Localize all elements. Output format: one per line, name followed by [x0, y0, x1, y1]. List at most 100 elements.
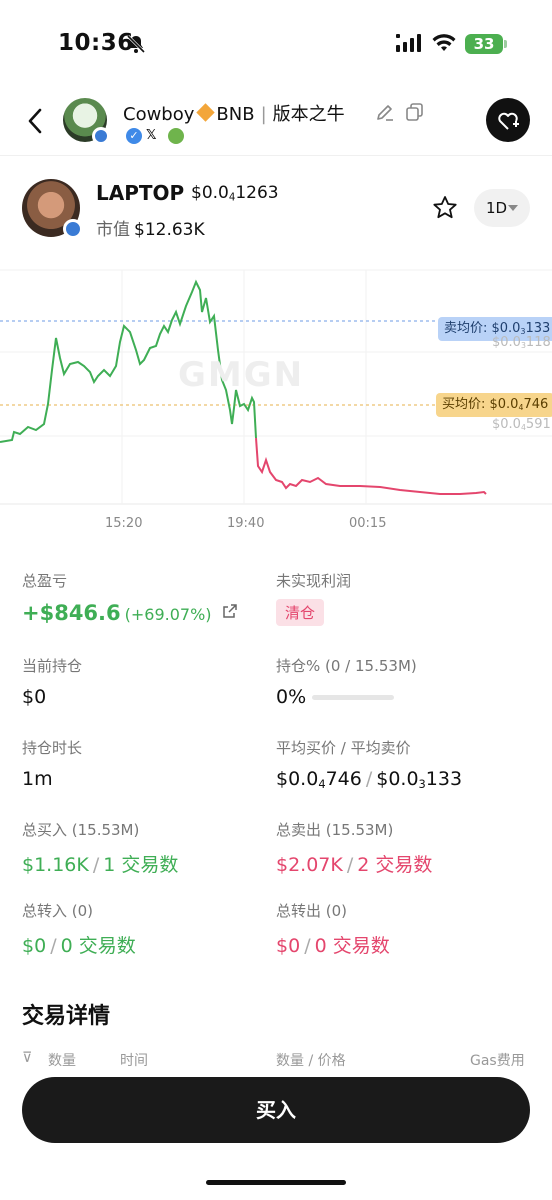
chain-badge-icon — [92, 127, 110, 145]
x-axis-tick: 19:40 — [227, 516, 265, 531]
share-icon[interactable] — [222, 603, 238, 619]
back-arrow-icon[interactable] — [24, 106, 48, 136]
wifi-icon — [432, 34, 456, 51]
current-holding-value: $0 — [22, 686, 47, 708]
battery-tip — [504, 40, 507, 48]
transfer-in-amount: $0 — [22, 935, 47, 957]
col-quantity: 数量 — [48, 1053, 76, 1068]
clear-position-button[interactable]: 清仓 — [276, 599, 325, 626]
avg-buy-price: $0.04746 — [276, 768, 362, 791]
transfer-out-value: $0/0 交易数 — [276, 931, 390, 958]
trade-details-title: 交易详情 — [22, 1004, 111, 1029]
signal-icon — [396, 34, 421, 52]
timeframe-value: 1D — [486, 199, 508, 217]
holding-percent-value: 0% — [276, 686, 307, 708]
market-cap: 市值 $12.63K — [96, 215, 205, 240]
token-price: $0.041263 — [191, 183, 279, 204]
price-separator: / — [365, 768, 373, 790]
price-chart[interactable]: GMGN 卖均价: $0.03133 $0.03118 买均价: $0.0474… — [0, 262, 552, 542]
x-axis-tick: 00:15 — [349, 516, 387, 531]
unrealized-profit: 未实现利润 清仓 — [276, 570, 351, 626]
timeframe-select[interactable]: 1D — [474, 189, 530, 227]
status-bar: 10:36 33 — [0, 0, 552, 90]
verified-badge-icon: ✓ — [126, 128, 142, 144]
total-buy-label: 总买入 (15.53M) — [22, 821, 140, 839]
bell-muted-icon — [126, 34, 146, 54]
value-separator: / — [304, 935, 311, 957]
buy-button[interactable]: 买入 — [22, 1077, 530, 1143]
transfer-out-amount: $0 — [276, 935, 301, 957]
axis-price-label: $0.04591 — [492, 417, 551, 432]
owner-avatar[interactable] — [63, 98, 110, 145]
col-amount-price: 数量 / 价格 — [276, 1053, 346, 1068]
transfer-out-label: 总转出 (0) — [276, 902, 348, 920]
follow-heart-button[interactable] — [486, 98, 530, 142]
frog-badge-icon — [168, 128, 184, 144]
total-pnl-pct: (+69.07%) — [124, 605, 212, 624]
edit-icon[interactable] — [375, 102, 395, 122]
status-time: 10:36 — [58, 30, 134, 56]
price-line-down — [255, 437, 487, 495]
transfer-in-count: 0 交易数 — [60, 935, 136, 957]
col-gas: Gas费用 — [470, 1053, 525, 1068]
x-axis-tick: 15:20 — [105, 516, 143, 531]
battery-indicator: 33 — [465, 34, 503, 54]
current-holding-label: 当前持仓 — [22, 657, 83, 675]
axis-price-label: $0.03118 — [492, 335, 551, 350]
total-pnl: 总盈亏 +$846.6 (+69.07%) — [22, 570, 238, 625]
total-buy-value: $1.16K/1 交易数 — [22, 850, 178, 877]
total-transfer-out: 总转出 (0) $0/0 交易数 — [276, 900, 390, 958]
owner-badges: ✓ 𝕏 — [126, 128, 184, 144]
owner-name: Cowboy — [123, 104, 195, 125]
value-separator: / — [92, 854, 100, 876]
owner-tag: 版本之牛 — [272, 104, 345, 125]
value-separator: / — [346, 854, 354, 876]
average-prices-value: $0.04746/$0.03133 — [276, 768, 462, 791]
total-sell-amount: $2.07K — [276, 854, 343, 876]
current-holding: 当前持仓 $0 — [22, 655, 82, 708]
avg-sell-price: $0.03133 — [376, 768, 463, 791]
value-separator: / — [50, 935, 57, 957]
owner-name-row: Cowboy BNB | 版本之牛 — [123, 100, 345, 126]
holding-progress-bar — [312, 695, 395, 700]
avg-buy-price-tag: 买均价: $0.04746 — [436, 393, 552, 417]
holding-percent: 持仓% (0 / 15.53M) 0% — [276, 655, 417, 708]
profile-header: Cowboy BNB | 版本之牛 ✓ 𝕏 — [0, 90, 552, 156]
x-social-icon[interactable]: 𝕏 — [146, 128, 164, 144]
transfer-out-count: 0 交易数 — [314, 935, 390, 957]
total-sell-value: $2.07K/2 交易数 — [276, 850, 432, 877]
total-pnl-label: 总盈亏 — [22, 572, 68, 590]
average-prices: 平均买价 / 平均卖价 $0.04746/$0.03133 — [276, 737, 462, 791]
owner-chain: BNB — [216, 104, 255, 125]
chain-badge-icon — [63, 219, 83, 239]
holding-percent-label: 持仓% (0 / 15.53M) — [276, 657, 417, 675]
total-pnl-value-row: +$846.6 (+69.07%) — [22, 601, 238, 625]
total-sell-count: 2 交易数 — [357, 854, 433, 876]
trade-table-header: ⊽ 数量 时间 数量 / 价格 Gas费用 — [0, 1048, 552, 1068]
holding-duration-label: 持仓时长 — [22, 739, 83, 757]
market-cap-value: $12.63K — [134, 220, 205, 240]
total-pnl-value: +$846.6 — [22, 601, 121, 625]
caret-down-icon — [508, 205, 518, 211]
total-buy: 总买入 (15.53M) $1.16K/1 交易数 — [22, 819, 178, 877]
holding-duration-value: 1m — [22, 768, 53, 790]
transfer-in-value: $0/0 交易数 — [22, 931, 136, 958]
diamond-icon — [196, 103, 216, 122]
token-name: LAPTOP — [96, 181, 185, 205]
token-avatar[interactable] — [22, 179, 83, 239]
col-time[interactable]: 时间 — [120, 1050, 148, 1068]
unrealized-profit-label: 未实现利润 — [276, 572, 352, 590]
filter-icon[interactable]: ⊽ — [22, 1050, 32, 1066]
token-summary: LAPTOP $0.041263 市值 $12.63K 1D — [0, 175, 552, 245]
transfer-in-label: 总转入 (0) — [22, 902, 94, 920]
total-buy-count: 1 交易数 — [103, 854, 179, 876]
average-prices-label: 平均买价 / 平均卖价 — [276, 739, 411, 757]
name-separator: | — [260, 104, 267, 125]
copy-icon[interactable] — [405, 102, 425, 122]
total-transfer-in: 总转入 (0) $0/0 交易数 — [22, 900, 136, 958]
total-sell-label: 总卖出 (15.53M) — [276, 821, 394, 839]
holding-duration: 持仓时长 1m — [22, 737, 82, 790]
chart-watermark: GMGN — [178, 355, 305, 395]
total-buy-amount: $1.16K — [22, 854, 89, 876]
star-icon[interactable] — [432, 195, 458, 221]
